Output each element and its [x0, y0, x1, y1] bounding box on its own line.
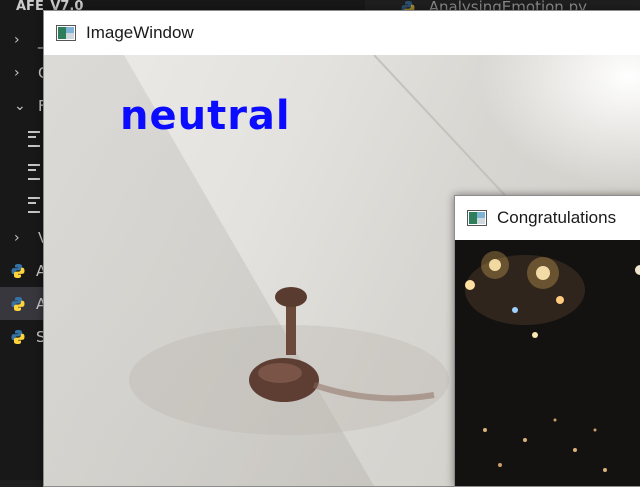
fireworks-image [455, 240, 640, 486]
window-title: ImageWindow [86, 23, 194, 42]
python-icon [11, 263, 25, 278]
emotion-label: neutral [120, 93, 291, 139]
file-lines-icon [28, 163, 40, 180]
congratulations-window[interactable]: Congratulations [454, 195, 640, 487]
chevron-right-icon: › [14, 229, 20, 246]
opencv-window-icon [56, 25, 76, 41]
chevron-right-icon: › [14, 64, 20, 81]
file-lines-icon [28, 196, 40, 213]
opencv-window-icon [467, 210, 487, 226]
chevron-right-icon: › [14, 31, 20, 48]
window-title: Congratulations [497, 208, 617, 227]
python-icon [11, 329, 25, 344]
window-titlebar[interactable]: Congratulations [455, 196, 640, 240]
python-icon [11, 296, 25, 311]
window-titlebar[interactable]: ImageWindow [44, 11, 640, 55]
sparkles-image [455, 240, 640, 486]
chevron-down-icon: ⌄ [14, 97, 26, 114]
file-lines-icon [28, 130, 40, 147]
